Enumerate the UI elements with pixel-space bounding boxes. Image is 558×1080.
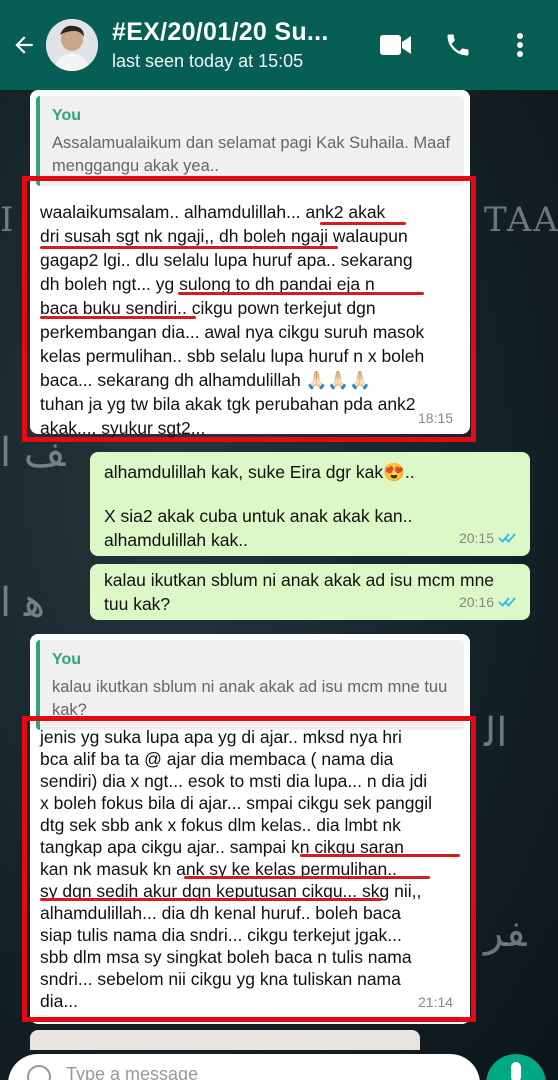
message-line: alhamdulillah kak, suke Eira dgr kak😍..: [104, 462, 415, 482]
message-line: baca... sekarang dh alhamdulillah 🙏🏻🙏🏻🙏🏻: [40, 370, 371, 390]
voice-call-button[interactable]: [442, 29, 474, 61]
emoji-icon[interactable]: [26, 1064, 52, 1080]
message-line: sendiri) dia x ngt... esok to msti dia l…: [40, 771, 428, 791]
message-line: kelas permulihan.. sbb selalu lupa huruf…: [40, 346, 425, 366]
annotation-underline: [40, 898, 382, 901]
voice-call-icon: [447, 34, 469, 56]
video-call-button[interactable]: [380, 29, 412, 61]
quote-author: You: [52, 107, 82, 124]
message-line: sbb dlm msa sy singkat boleh baca n tuli…: [40, 947, 412, 967]
message-time: 21:14: [418, 994, 454, 1010]
last-seen-status: last seen today at 15:05: [112, 51, 304, 71]
message-line: waalaikumsalam.. alhamdulillah... ank2 a…: [40, 202, 386, 222]
outgoing-message[interactable]: alhamdulillah kak, suke Eira dgr kak😍.. …: [90, 452, 530, 556]
background-calligraphy: ﻔﺮ: [484, 910, 527, 956]
message-line: tuu kak?: [104, 594, 171, 614]
message-time: 20:15: [459, 526, 518, 550]
message-line: dri susah sgt nk ngaji,, dh boleh ngaji …: [40, 226, 408, 246]
message-line: x boleh fokus bila di ajar... smpai cikg…: [40, 793, 433, 813]
background-calligraphy: ﻫ ﺍ: [0, 580, 45, 626]
message-line: tuhan ja yg tw bila akak tgk perubahan p…: [40, 394, 416, 414]
annotation-underline: [300, 854, 460, 857]
incoming-message-partial[interactable]: [30, 1030, 420, 1050]
message-line: [104, 484, 516, 504]
message-line: siap tulis nama dia sndri... cikgu terke…: [40, 925, 402, 945]
quoted-message[interactable]: You Assalamualaikum dan selamat pagi Kak…: [36, 96, 464, 186]
more-options-button[interactable]: [504, 29, 536, 61]
message-line: akak.... syukur sgt2...: [40, 418, 206, 438]
message-input-bar: Type a message: [0, 1050, 558, 1080]
annotation-underline: [320, 222, 406, 225]
message-time: 20:16: [459, 590, 518, 614]
background-calligraphy: TAA: [484, 200, 558, 240]
message-line: dtg sek sbb ank x fokus dlm kelas.. dia …: [40, 815, 401, 835]
quote-text: Assalamualaikum dan selamat pagi Kak Suh…: [52, 134, 451, 175]
message-text: waalaikumsalam.. alhamdulillah... ank2 a…: [40, 200, 464, 440]
read-ticks-icon: [498, 533, 516, 543]
read-ticks-icon: [498, 597, 516, 607]
contact-name: #EX/20/01/20 Su...: [112, 18, 329, 46]
message-line: gagap2 lgi.. dlu selalu lupa huruf apa..…: [40, 250, 413, 270]
annotation-underline: [40, 246, 338, 249]
message-time: 18:15: [418, 410, 454, 426]
avatar-image: [46, 19, 98, 71]
message-line: bca alif ba ta @ ajar dia membaca ( nama…: [40, 749, 394, 769]
message-line: X sia2 akak cuba untuk anak akak kan..: [104, 506, 413, 526]
annotation-underline: [40, 316, 196, 319]
message-line: alhamdulillah kak..: [104, 530, 248, 550]
message-line: sndri... sebelom nii cikgu yg kna tulisk…: [40, 969, 401, 989]
outgoing-message[interactable]: kalau ikutkan sblum ni anak akak ad isu …: [90, 564, 530, 620]
message-line: alhamdulillah... dia dh kenal huruf.. bo…: [40, 903, 401, 923]
video-call-icon: [380, 35, 411, 55]
quote-author: You: [52, 651, 82, 668]
background-calligraphy: I: [0, 200, 14, 240]
annotation-underline: [184, 876, 430, 879]
avatar[interactable]: [46, 19, 98, 71]
message-line: jenis yg suka lupa apa yg di ajar.. mksd…: [40, 727, 402, 747]
back-arrow-icon: [15, 36, 33, 54]
background-calligraphy: ﺍﻟ: [484, 710, 508, 756]
more-options-icon: [517, 33, 523, 57]
message-line: perkembangan dia... awal nya cikgu suruh…: [40, 322, 425, 342]
annotation-underline: [178, 292, 424, 295]
message-text: jenis yg suka lupa apa yg di ajar.. mksd…: [40, 726, 464, 1012]
message-input[interactable]: Type a message: [8, 1054, 480, 1080]
mic-icon: [511, 1062, 521, 1080]
chat-header: #EX/20/01/20 Su... last seen today at 15…: [0, 0, 558, 90]
input-placeholder: Type a message: [66, 1064, 199, 1080]
voice-message-button[interactable]: [486, 1054, 546, 1080]
message-line: dia...: [40, 991, 78, 1011]
contact-info[interactable]: #EX/20/01/20 Su... last seen today at 15…: [112, 18, 380, 72]
back-button[interactable]: [4, 0, 44, 90]
message-line: kalau ikutkan sblum ni anak akak ad isu …: [104, 570, 495, 590]
